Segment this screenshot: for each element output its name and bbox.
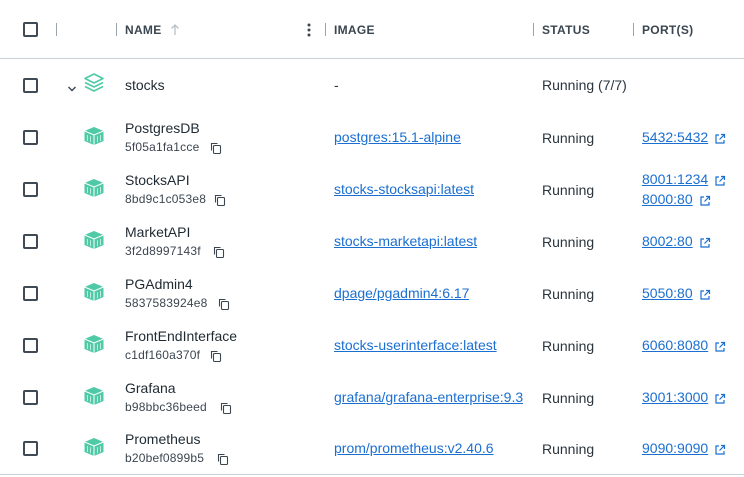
- container-name[interactable]: Grafana: [125, 380, 176, 396]
- external-link-icon[interactable]: [714, 132, 726, 144]
- port-link[interactable]: 5050:80: [642, 285, 693, 301]
- row-checkbox[interactable]: [23, 78, 38, 93]
- container-icon: [83, 230, 105, 250]
- column-header-name-label: NAME: [125, 22, 162, 37]
- group-image: -: [334, 77, 339, 93]
- container-name[interactable]: FrontEndInterface: [125, 328, 237, 344]
- port-link[interactable]: 8001:1234: [642, 171, 708, 187]
- select-all-checkbox[interactable]: [23, 22, 38, 37]
- image-link[interactable]: dpage/pgadmin4:6.17: [334, 285, 469, 301]
- container-id: c1df160a370f: [125, 348, 201, 362]
- external-link-icon[interactable]: [699, 194, 711, 206]
- table-bottom-border: [0, 474, 744, 475]
- sort-ascending-icon[interactable]: [170, 23, 180, 36]
- row-checkbox[interactable]: [23, 286, 38, 301]
- external-link-icon[interactable]: [699, 288, 711, 300]
- copy-icon[interactable]: [217, 452, 229, 466]
- column-separator[interactable]: [116, 23, 117, 36]
- container-row[interactable]: StocksAPI 8bd9c1c053e8 stocks-stocksapi:l…: [0, 163, 744, 215]
- container-name[interactable]: StocksAPI: [125, 172, 190, 188]
- container-row[interactable]: Prometheus b20bef0899b5 prom/prometheus:v…: [0, 422, 744, 474]
- copy-icon[interactable]: [213, 245, 225, 259]
- column-separator[interactable]: [533, 23, 534, 36]
- image-link[interactable]: stocks-marketapi:latest: [334, 233, 477, 249]
- copy-icon[interactable]: [214, 193, 226, 207]
- copy-icon[interactable]: [220, 401, 232, 415]
- external-link-icon[interactable]: [714, 443, 726, 455]
- port-link[interactable]: 9090:9090: [642, 440, 708, 456]
- column-header-ports[interactable]: PORT(S): [642, 0, 693, 59]
- container-name[interactable]: MarketAPI: [125, 224, 190, 240]
- row-checkbox[interactable]: [23, 234, 38, 249]
- column-header-status[interactable]: STATUS: [542, 0, 590, 59]
- container-status: Running: [542, 338, 595, 354]
- container-status: Running: [542, 130, 595, 146]
- port-link[interactable]: 5432:5432: [642, 129, 708, 145]
- port-link[interactable]: 8000:80: [642, 191, 693, 207]
- external-link-icon[interactable]: [714, 340, 726, 352]
- copy-icon[interactable]: [210, 349, 222, 363]
- container-row[interactable]: FrontEndInterface c1df160a370f stocks-use…: [0, 319, 744, 371]
- container-icon: [83, 334, 105, 354]
- column-separator: [56, 23, 57, 36]
- container-status: Running: [542, 390, 595, 406]
- row-checkbox[interactable]: [23, 182, 38, 197]
- row-checkbox[interactable]: [23, 390, 38, 405]
- table-header: NAME IMAGE STATUS PORT(S): [0, 0, 744, 59]
- column-header-name[interactable]: NAME: [125, 0, 180, 59]
- container-status: Running: [542, 182, 595, 198]
- container-name[interactable]: PostgresDB: [125, 120, 200, 136]
- row-checkbox[interactable]: [23, 338, 38, 353]
- container-status: Running: [542, 441, 595, 457]
- container-id: 5837583924e8: [125, 296, 208, 310]
- container-row[interactable]: PostgresDB 5f05a1fa1cce postgres:15.1-alp…: [0, 111, 744, 163]
- column-menu-icon[interactable]: [307, 23, 311, 37]
- column-header-status-label: STATUS: [542, 22, 591, 37]
- container-id: 5f05a1fa1cce: [125, 140, 200, 154]
- image-link[interactable]: grafana/grafana-enterprise:9.3: [334, 389, 523, 405]
- container-icon: [83, 386, 105, 406]
- column-separator[interactable]: [633, 23, 634, 36]
- container-status: Running: [542, 286, 595, 302]
- copy-icon[interactable]: [210, 141, 222, 155]
- compose-group-row[interactable]: stocks - Running (7/7): [0, 59, 744, 111]
- container-id: b98bbc36beed: [125, 400, 207, 414]
- container-row[interactable]: PGAdmin4 5837583924e8 dpage/pgadmin4:6.17…: [0, 267, 744, 319]
- external-link-icon[interactable]: [714, 392, 726, 404]
- container-row[interactable]: MarketAPI 3f2d8997143f stocks-marketapi:l…: [0, 215, 744, 267]
- column-header-image-label: IMAGE: [334, 22, 375, 37]
- container-name[interactable]: PGAdmin4: [125, 276, 193, 292]
- container-id: 3f2d8997143f: [125, 244, 201, 258]
- container-id: b20bef0899b5: [125, 451, 205, 465]
- port-link[interactable]: 6060:8080: [642, 337, 708, 353]
- column-header-ports-label: PORT(S): [642, 22, 694, 37]
- container-status: Running: [542, 234, 595, 250]
- image-link[interactable]: stocks-stocksapi:latest: [334, 181, 474, 197]
- port-link[interactable]: 3001:3000: [642, 389, 708, 405]
- external-link-icon[interactable]: [699, 236, 711, 248]
- image-link[interactable]: postgres:15.1-alpine: [334, 129, 461, 145]
- image-link[interactable]: prom/prometheus:v2.40.6: [334, 440, 494, 456]
- group-status: Running (7/7): [542, 77, 627, 93]
- column-header-image[interactable]: IMAGE: [334, 0, 375, 59]
- group-name[interactable]: stocks: [125, 77, 165, 93]
- port-link[interactable]: 8002:80: [642, 233, 693, 249]
- row-checkbox[interactable]: [23, 130, 38, 145]
- container-icon: [83, 178, 105, 198]
- container-icon: [83, 437, 105, 457]
- column-separator[interactable]: [325, 23, 326, 36]
- container-icon: [83, 126, 105, 146]
- copy-icon[interactable]: [218, 297, 230, 311]
- image-link[interactable]: stocks-userinterface:latest: [334, 337, 497, 353]
- container-row[interactable]: Grafana b98bbc36beed grafana/grafana-ente…: [0, 371, 744, 423]
- external-link-icon[interactable]: [714, 174, 726, 186]
- row-checkbox[interactable]: [23, 441, 38, 456]
- container-icon: [83, 282, 105, 302]
- chevron-down-icon[interactable]: [67, 80, 77, 92]
- container-id: 8bd9c1c053e8: [125, 192, 207, 206]
- container-name[interactable]: Prometheus: [125, 431, 200, 447]
- stack-layers-icon: [83, 72, 105, 94]
